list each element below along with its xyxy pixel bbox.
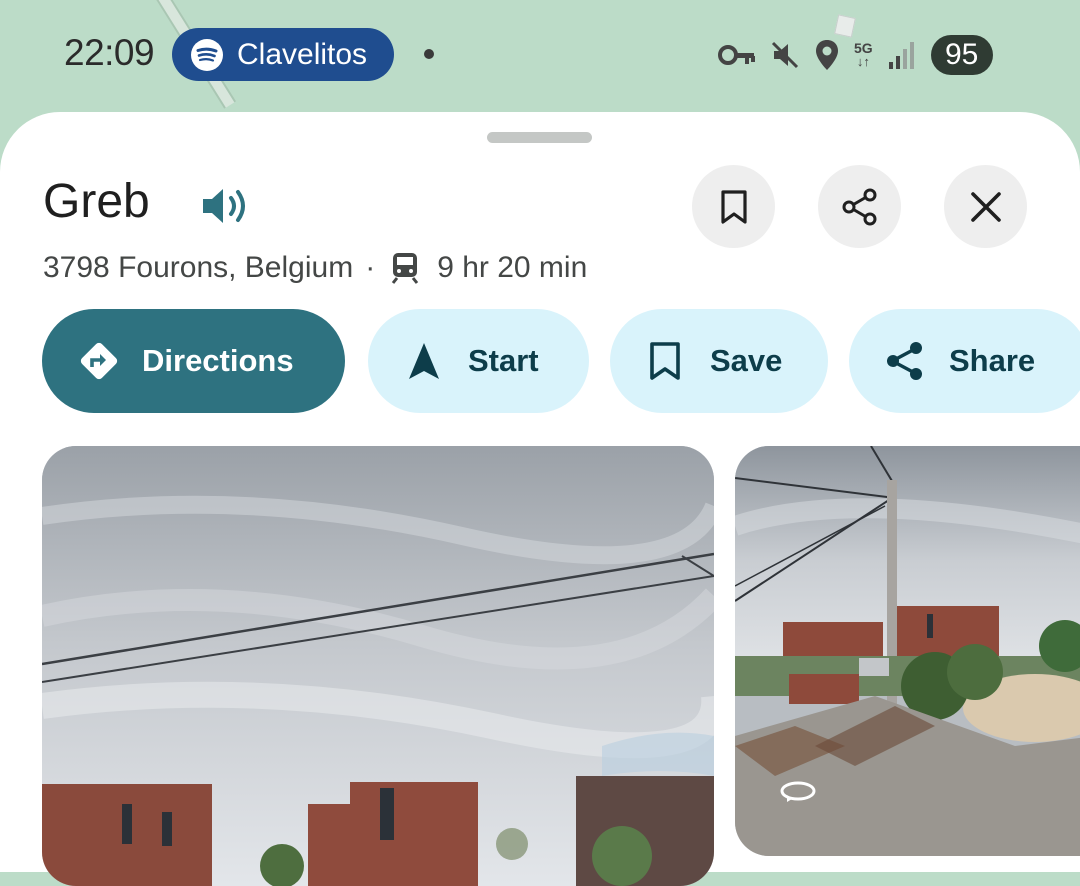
share-icon (842, 188, 876, 225)
vpn-key-icon (718, 44, 756, 66)
street-view-photo-main[interactable] (42, 446, 714, 886)
street-view-image (42, 446, 714, 886)
directions-icon (80, 342, 118, 380)
status-clock: 22:09 (64, 32, 155, 73)
separator: · (365, 251, 376, 284)
save-button[interactable]: Save (610, 309, 828, 413)
navigation-arrow-icon (409, 343, 439, 379)
share-button[interactable]: Share (849, 309, 1080, 413)
media-chip[interactable]: Clavelitos (172, 28, 394, 81)
drag-handle[interactable] (487, 132, 592, 143)
bookmark-icon (650, 342, 680, 380)
5g-network-icon: 5G ↓↑ (854, 40, 873, 69)
start-button[interactable]: Start (368, 309, 589, 413)
share-icon (887, 342, 922, 380)
directions-button[interactable]: Directions (42, 309, 345, 413)
train-icon (392, 253, 419, 284)
pronunciation-speaker-icon[interactable] (200, 183, 252, 229)
place-title: Greb (43, 175, 150, 228)
close-button[interactable] (944, 165, 1027, 248)
battery-indicator: 95 (930, 35, 993, 75)
close-icon (970, 191, 1001, 222)
status-bar: 22:09 Clavelitos 5G ↓↑ 95 (0, 0, 1080, 110)
360-rotate-icon (780, 781, 816, 802)
place-subtitle: 3798 Fourons, Belgium · 9 hr 20 min (43, 251, 587, 285)
notification-dot (424, 49, 434, 59)
location-icon (814, 39, 840, 71)
street-view-photo-secondary[interactable] (735, 446, 1080, 856)
spotify-icon (191, 38, 223, 71)
media-chip-label: Clavelitos (237, 37, 368, 71)
mute-icon (770, 40, 800, 70)
signal-icon (887, 40, 917, 70)
save-label: Save (710, 343, 783, 378)
save-place-button[interactable] (692, 165, 775, 248)
status-icons: 5G ↓↑ 95 (718, 32, 993, 78)
share-place-button[interactable] (818, 165, 901, 248)
start-label: Start (468, 343, 539, 378)
directions-label: Directions (142, 343, 294, 378)
action-chips: Directions Start Save Share (0, 309, 1080, 414)
transit-time: 9 hr 20 min (437, 251, 588, 284)
place-address: 3798 Fourons, Belgium (43, 251, 354, 284)
bookmark-icon (720, 189, 747, 224)
share-label: Share (949, 343, 1036, 378)
